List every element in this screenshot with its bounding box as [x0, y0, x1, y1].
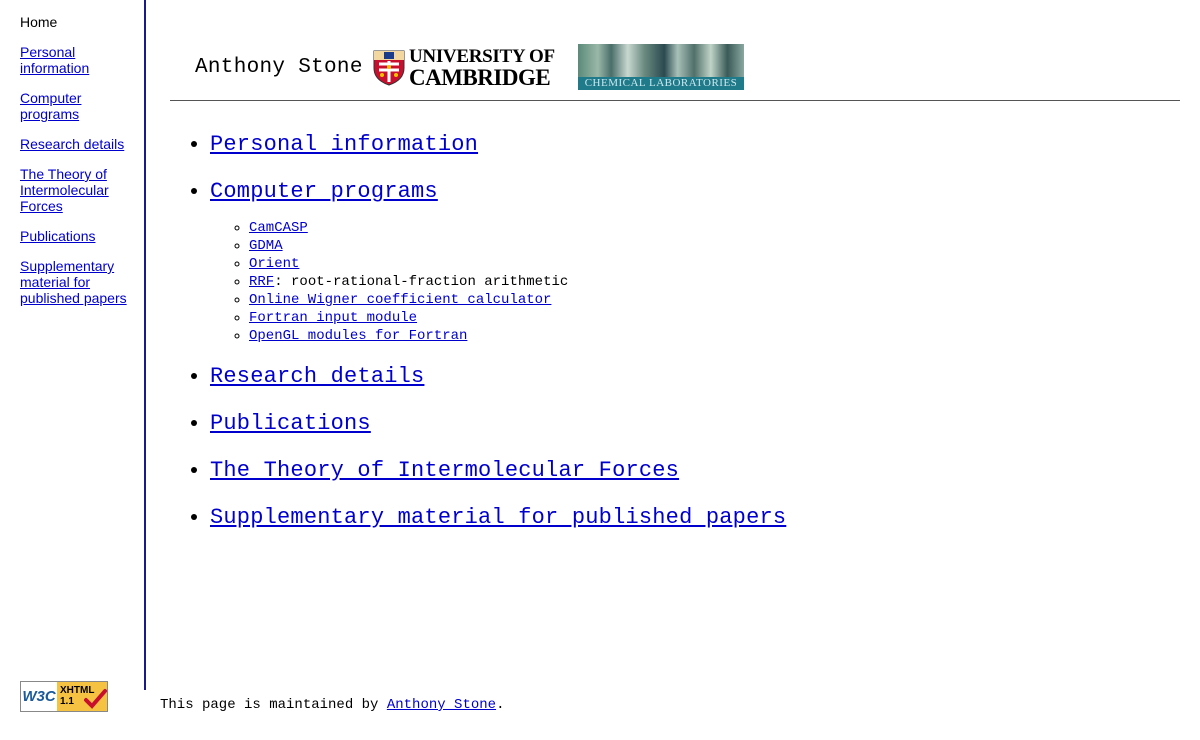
- main-item-supplementary: Supplementary material for published pap…: [210, 503, 1170, 533]
- main-content: Personal information Computer programs C…: [170, 130, 1170, 550]
- program-link-gdma[interactable]: GDMA: [249, 238, 283, 254]
- main-item-research-details: Research details: [210, 362, 1170, 392]
- computer-programs-sublist: CamCASP GDMA Orient RRF: root-rational-f…: [210, 219, 1170, 345]
- banner-caption: CHEMICAL LABORATORIES: [578, 77, 744, 90]
- main-item-personal-information: Personal information: [210, 130, 1170, 160]
- sidebar-item-personal-information: Personal information: [20, 44, 138, 76]
- footer-maintainer-text: This page is maintained by Anthony Stone…: [160, 697, 504, 713]
- main-item-publications: Publications: [210, 409, 1170, 439]
- program-item-camcasp: CamCASP: [249, 219, 1170, 237]
- program-item-gdma: GDMA: [249, 237, 1170, 255]
- main-link-research-details[interactable]: Research details: [210, 364, 424, 389]
- university-logo[interactable]: UNIVERSITY OF CAMBRIDGE: [373, 46, 563, 90]
- checkmark-icon: [84, 689, 107, 709]
- xhtml-version: 1.1: [60, 696, 74, 707]
- author-name: Anthony Stone: [195, 56, 363, 79]
- sidebar-link-supplementary[interactable]: Supplementary material for published pap…: [20, 258, 127, 306]
- main-list: Personal information Computer programs C…: [170, 130, 1170, 533]
- sidebar-item-computer-programs: Computer programs: [20, 90, 138, 122]
- main-link-publications[interactable]: Publications: [210, 411, 371, 436]
- program-item-rrf: RRF: root-rational-fraction arithmetic: [249, 273, 1170, 291]
- program-link-opengl[interactable]: OpenGL modules for Fortran: [249, 328, 467, 344]
- sidebar-link-research-details[interactable]: Research details: [20, 136, 124, 152]
- sidebar-list: Home Personal information Computer progr…: [0, 0, 144, 306]
- maintainer-link[interactable]: Anthony Stone: [387, 697, 496, 713]
- program-link-orient[interactable]: Orient: [249, 256, 299, 272]
- sidebar-link-computer-programs[interactable]: Computer programs: [20, 90, 81, 122]
- main-link-supplementary[interactable]: Supplementary material for published pap…: [210, 505, 786, 530]
- main-link-computer-programs[interactable]: Computer programs: [210, 179, 438, 204]
- sidebar-item-theory: The Theory of Intermolecular Forces: [20, 166, 138, 214]
- main-link-personal-information[interactable]: Personal information: [210, 132, 478, 157]
- sidebar-link-theory[interactable]: The Theory of Intermolecular Forces: [20, 166, 109, 214]
- program-link-camcasp[interactable]: CamCASP: [249, 220, 308, 236]
- university-name-line2: CAMBRIDGE: [409, 65, 551, 90]
- w3c-logo-text: W3C: [21, 682, 57, 711]
- sidebar-item-supplementary: Supplementary material for published pap…: [20, 258, 138, 306]
- program-link-rrf[interactable]: RRF: [249, 274, 274, 290]
- sidebar-nav: Home Personal information Computer progr…: [0, 0, 146, 690]
- sidebar-item-home: Home: [20, 14, 58, 30]
- footer-prefix: This page is maintained by: [160, 697, 387, 713]
- program-link-fortran-input[interactable]: Fortran input module: [249, 310, 417, 326]
- sidebar-item-research-details: Research details: [20, 136, 138, 152]
- sidebar-item-publications: Publications: [20, 228, 138, 244]
- sidebar-link-publications[interactable]: Publications: [20, 228, 96, 244]
- program-link-wigner[interactable]: Online Wigner coefficient calculator: [249, 292, 551, 308]
- main-item-theory: The Theory of Intermolecular Forces: [210, 456, 1170, 486]
- w3c-xhtml-badge[interactable]: W3C XHTML 1.1: [20, 681, 108, 712]
- program-item-opengl: OpenGL modules for Fortran: [249, 327, 1170, 345]
- page-header: Anthony Stone UNIVERSITY OF CAMBRIDGE CH…: [170, 40, 1180, 101]
- cambridge-crest-icon: [373, 50, 405, 86]
- chemical-laboratories-banner[interactable]: CHEMICAL LABORATORIES: [578, 44, 744, 90]
- sidebar-link-personal-information[interactable]: Personal information: [20, 44, 89, 76]
- footer-suffix: .: [496, 697, 505, 713]
- main-link-theory[interactable]: The Theory of Intermolecular Forces: [210, 458, 679, 483]
- program-rrf-description: : root-rational-fraction arithmetic: [274, 274, 569, 290]
- program-item-orient: Orient: [249, 255, 1170, 273]
- program-item-fortran-input: Fortran input module: [249, 309, 1170, 327]
- main-item-computer-programs: Computer programs CamCASP GDMA Orient RR…: [210, 177, 1170, 345]
- program-item-wigner: Online Wigner coefficient calculator: [249, 291, 1170, 309]
